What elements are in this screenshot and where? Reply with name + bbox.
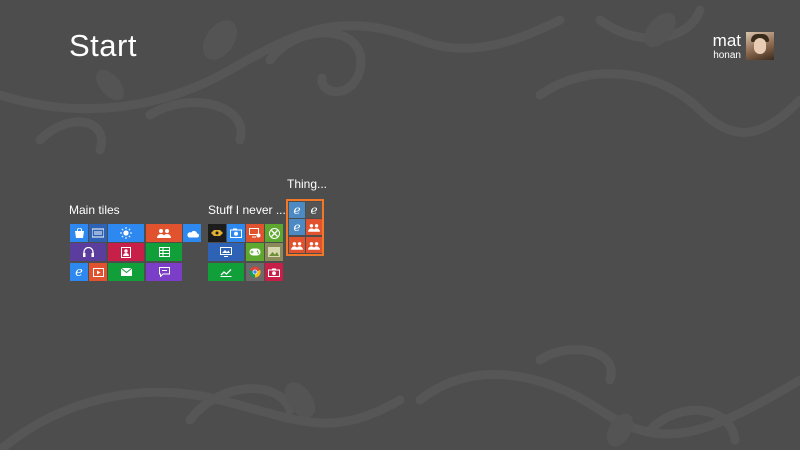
finance-grid-icon [158,247,170,257]
internet-explorer-icon: e [310,202,318,217]
tile-people-3[interactable] [306,237,322,253]
people-icon [308,223,320,232]
tile-weather[interactable] [108,224,144,242]
tile-people-2[interactable] [289,237,305,253]
tile-internet-explorer-1[interactable]: e [289,202,305,218]
tile-desktop[interactable] [208,243,244,261]
tile-video[interactable] [89,263,107,281]
xbox-icon [268,227,280,239]
tile-people[interactable] [146,224,182,242]
desktop-icon [220,247,232,257]
music-icon [82,247,94,257]
people-icon [291,241,303,250]
tile-camera[interactable] [265,263,283,281]
internet-explorer-icon: e [293,202,301,217]
group-title-thing[interactable]: Thing... [287,177,327,191]
store-icon [74,227,84,238]
group-title-main-tiles[interactable]: Main tiles [69,203,120,217]
tile-remote-desktop[interactable] [246,224,264,242]
weather-icon [120,227,132,239]
tile-news[interactable] [89,224,107,242]
page-title: Start [69,28,137,63]
skydrive-icon [186,230,199,237]
tile-music[interactable] [70,243,106,261]
tile-photos[interactable] [265,243,283,261]
tile-app-thumbnail[interactable] [208,224,226,242]
chrome-icon [249,266,261,278]
user-last-name: honan [713,50,741,61]
tile-internet-explorer-3[interactable]: e [289,219,305,235]
news-icon [92,228,104,238]
tile-finance-chart[interactable] [208,263,244,281]
internet-explorer-icon: e [293,219,301,234]
video-icon [92,267,104,277]
tile-store[interactable] [70,224,88,242]
remote-desktop-icon [249,228,261,238]
tile-internet-explorer-2[interactable]: e [306,202,322,218]
photos-icon [268,247,280,257]
tile-finance-grid[interactable] [146,243,182,261]
tile-xbox[interactable] [265,224,283,242]
tile-messaging[interactable] [146,263,182,281]
tile-mail[interactable] [108,263,144,281]
tile-games[interactable] [246,243,264,261]
user-account[interactable]: mat honan [713,32,774,62]
internet-explorer-icon: e [75,264,83,280]
user-first-name: mat [712,31,741,50]
tile-people-1[interactable] [306,219,322,235]
tile-skydrive[interactable] [183,224,201,242]
tile-internet-explorer[interactable]: e [70,263,88,281]
tile-contact-card[interactable] [108,243,144,261]
games-icon [249,248,261,256]
mail-icon [120,268,132,276]
app-thumbnail-icon [211,230,223,236]
camera-roll-icon [230,228,242,238]
contact-card-icon [121,246,131,258]
finance-chart-icon [220,268,232,277]
group-title-stuff[interactable]: Stuff I never ... [208,203,286,217]
messaging-icon [158,267,170,277]
tile-camera-roll[interactable] [227,224,245,242]
people-icon [308,241,320,250]
people-icon [157,229,171,238]
tile-chrome[interactable] [246,263,264,281]
avatar-face [754,38,766,54]
camera-icon [268,268,280,277]
avatar[interactable] [746,32,774,60]
user-name-block[interactable]: mat honan [713,32,741,62]
